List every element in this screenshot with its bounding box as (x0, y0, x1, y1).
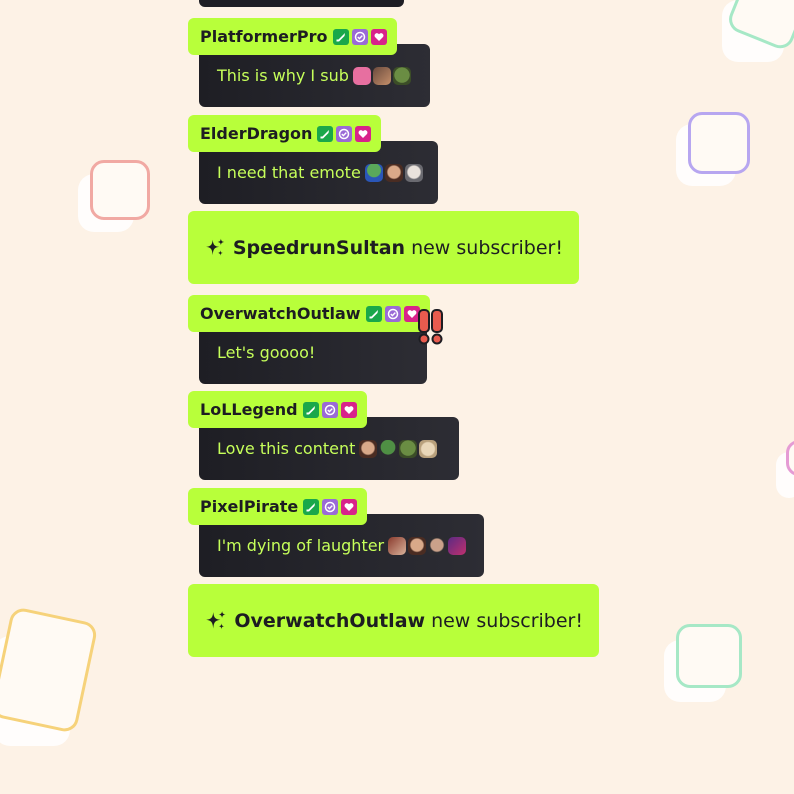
verified-badge-icon (322, 498, 339, 515)
dancer-emote (372, 66, 391, 85)
subscription-text: new subscriber! (431, 609, 583, 632)
cat-emote (419, 439, 438, 458)
exclamation-emote (418, 309, 443, 345)
username: ElderDragon (200, 124, 313, 143)
sword-badge-icon (303, 498, 320, 515)
mascot-emote (352, 66, 371, 85)
heart-badge-icon (340, 401, 357, 418)
username-tag[interactable]: LoLLegend (188, 391, 367, 428)
subscription-alert: OverwatchOutlaw new subscriber! (188, 584, 599, 657)
subscription-alert: SpeedrunSultan new subscriber! (188, 211, 579, 284)
pale-face-emote (404, 163, 423, 182)
previous-message-bubble (199, 0, 404, 7)
username-tag[interactable]: PlatformerPro (188, 18, 397, 55)
face-emote (408, 536, 427, 555)
face-emote (359, 439, 378, 458)
username-tag[interactable]: ElderDragon (188, 115, 382, 152)
verified-badge-icon (351, 28, 368, 45)
goblin-emote (392, 66, 411, 85)
purple-emote (448, 536, 467, 555)
subscriber-name: OverwatchOutlaw (234, 609, 426, 632)
message-text: Let's goooo! (217, 343, 316, 362)
message-text: Love this content (217, 439, 356, 458)
heart-badge-icon (355, 125, 372, 142)
verified-badge-icon (321, 401, 338, 418)
message-text: This is why I sub (217, 66, 349, 85)
username: PlatformerPro (200, 27, 328, 46)
sparkles-icon (206, 610, 226, 629)
frog-emote (379, 439, 398, 458)
username-tag[interactable]: PixelPirate (188, 488, 368, 525)
message-text: I'm dying of laughter (217, 536, 385, 555)
sword-badge-icon (332, 28, 349, 45)
face-emote (428, 536, 447, 555)
username: LoLLegend (200, 400, 298, 419)
verified-badge-icon (336, 125, 353, 142)
username: PixelPirate (200, 497, 299, 516)
sparkles-icon (206, 238, 225, 256)
subscriber-name: SpeedrunSultan (232, 236, 406, 259)
chat-feed: PlatformerPro This is why I sub ElderDra… (0, 0, 794, 794)
message-text: I need that emote (217, 163, 361, 182)
heart-badge-icon (370, 28, 387, 45)
verified-badge-icon (384, 305, 401, 322)
sword-badge-icon (365, 305, 382, 322)
face-emote (384, 163, 403, 182)
hand-emote (388, 536, 407, 555)
subscription-text: new subscriber! (411, 236, 563, 259)
username-tag[interactable]: OverwatchOutlaw (188, 295, 430, 332)
heart-badge-icon (341, 498, 358, 515)
username: OverwatchOutlaw (200, 304, 361, 323)
sword-badge-icon (317, 125, 334, 142)
sword-badge-icon (302, 401, 319, 418)
frog-emote (364, 163, 383, 182)
goblin-emote (399, 439, 418, 458)
